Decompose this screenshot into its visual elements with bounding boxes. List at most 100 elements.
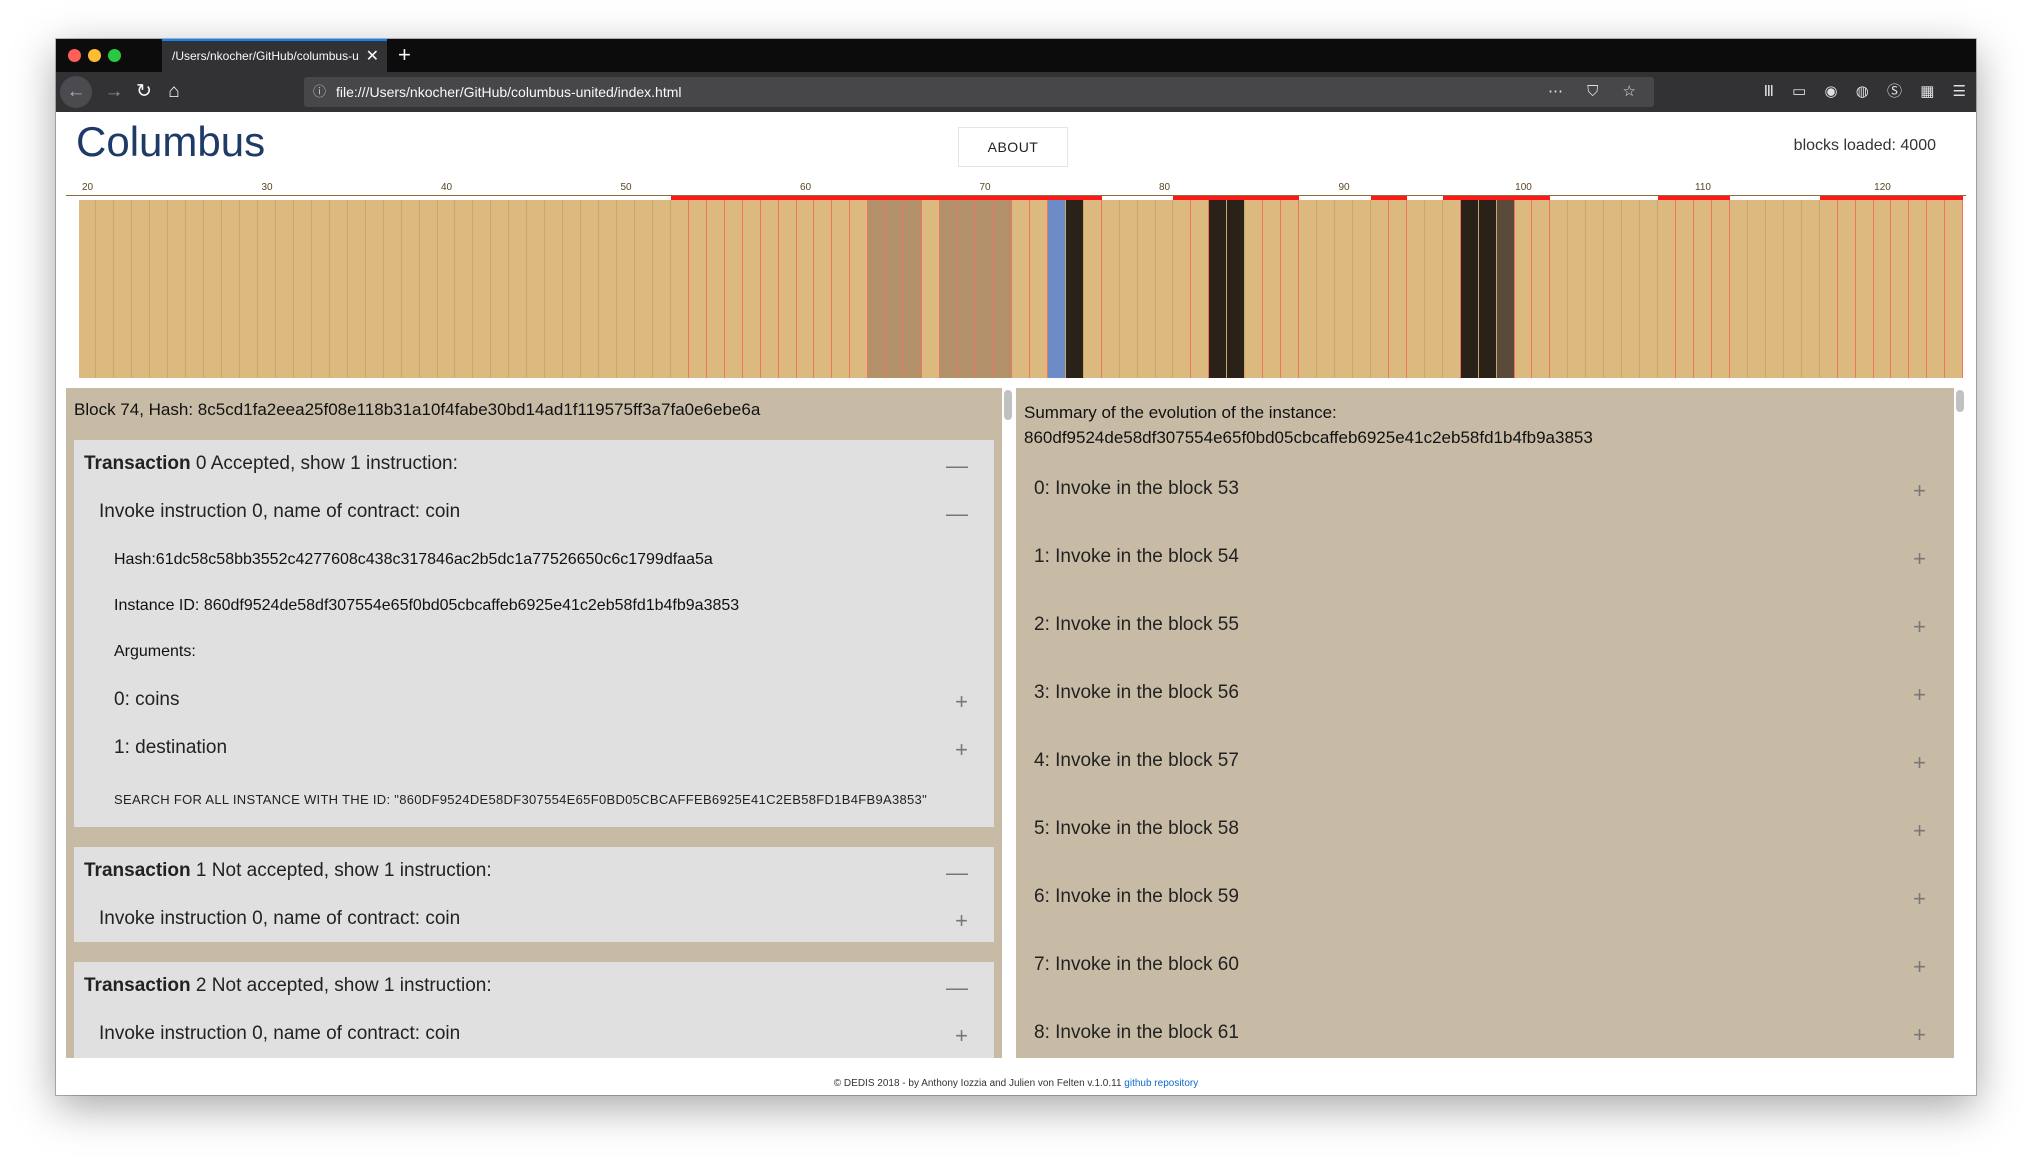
timeline-block[interactable] bbox=[904, 200, 923, 378]
expand-icon[interactable]: + bbox=[955, 1023, 968, 1049]
timeline-block[interactable] bbox=[347, 200, 366, 378]
timeline-block[interactable] bbox=[186, 200, 205, 378]
info-icon[interactable]: ⓘ bbox=[313, 77, 326, 107]
evolution-item[interactable]: 5: Invoke in the block 58 + bbox=[1034, 818, 1934, 843]
transaction-header[interactable]: Transaction 1 Not accepted, show 1 instr… bbox=[84, 860, 984, 885]
timeline-block[interactable] bbox=[1945, 200, 1964, 378]
timeline-block[interactable] bbox=[275, 200, 294, 378]
timeline-block[interactable] bbox=[1191, 200, 1210, 378]
evolution-item[interactable]: 4: Invoke in the block 57 + bbox=[1034, 750, 1934, 775]
timeline-block[interactable] bbox=[293, 200, 312, 378]
timeline-block[interactable] bbox=[1568, 200, 1587, 378]
timeline-block[interactable] bbox=[1101, 200, 1120, 378]
timeline-block[interactable] bbox=[1263, 200, 1282, 378]
timeline-block[interactable] bbox=[1029, 200, 1048, 378]
timeline-block[interactable] bbox=[1245, 200, 1264, 378]
evolution-item[interactable]: 6: Invoke in the block 59 + bbox=[1034, 886, 1934, 911]
timeline-block[interactable] bbox=[868, 200, 887, 378]
timeline-block[interactable] bbox=[1083, 200, 1102, 378]
evolution-item[interactable]: 3: Invoke in the block 56 + bbox=[1034, 682, 1934, 707]
timeline-block[interactable] bbox=[742, 200, 761, 378]
timeline-block[interactable] bbox=[1855, 200, 1874, 378]
evolution-item[interactable]: 2: Invoke in the block 55 + bbox=[1034, 614, 1934, 639]
account-icon[interactable]: ◉ bbox=[1824, 83, 1837, 100]
page-actions-icons[interactable]: ⋯ ⛉ ☆ bbox=[1548, 77, 1646, 107]
timeline-block[interactable] bbox=[670, 200, 689, 378]
timeline-block[interactable] bbox=[1047, 200, 1066, 378]
timeline-block[interactable] bbox=[1532, 200, 1551, 378]
instruction-header[interactable]: Invoke instruction 0, name of contract: … bbox=[99, 501, 984, 526]
timeline-block[interactable] bbox=[240, 200, 258, 378]
expand-icon[interactable]: + bbox=[955, 737, 968, 763]
timeline-block[interactable] bbox=[1550, 200, 1569, 378]
instance-summary-panel[interactable]: Summary of the evolution of the instance… bbox=[1016, 388, 1954, 1058]
minimize-window-button[interactable] bbox=[88, 49, 101, 62]
argument-item[interactable]: 0: coins + bbox=[114, 689, 984, 714]
expand-icon[interactable]: + bbox=[1913, 750, 1926, 776]
timeline-block[interactable] bbox=[760, 200, 779, 378]
library-icon[interactable]: Ⅲ bbox=[1764, 83, 1774, 100]
transaction-header[interactable]: Transaction 2 Not accepted, show 1 instr… bbox=[84, 975, 984, 1000]
timeline-block[interactable] bbox=[1783, 200, 1802, 378]
timeline-block[interactable] bbox=[1370, 200, 1389, 378]
home-icon[interactable]: ⌂ bbox=[158, 76, 190, 108]
addons-icon[interactable]: ▦ bbox=[1920, 83, 1934, 100]
back-icon[interactable]: ← bbox=[60, 76, 92, 108]
collapse-icon[interactable]: — bbox=[946, 453, 968, 479]
timeline-block[interactable] bbox=[796, 200, 815, 378]
instruction-header[interactable]: Invoke instruction 0, name of contract: … bbox=[99, 1023, 984, 1048]
timeline-block[interactable] bbox=[724, 200, 743, 378]
collapse-icon[interactable]: — bbox=[946, 975, 968, 1001]
timeline-block[interactable] bbox=[1478, 200, 1497, 378]
timeline-blocks[interactable] bbox=[66, 196, 1966, 378]
evolution-item[interactable]: 8: Invoke in the block 61 + bbox=[1034, 1022, 1934, 1047]
timeline-block[interactable] bbox=[1801, 200, 1820, 378]
timeline-block[interactable] bbox=[437, 200, 456, 378]
timeline-block[interactable] bbox=[1299, 200, 1318, 378]
block-details-panel[interactable]: Block 74, Hash: 8c5cd1fa2eea25f08e118b31… bbox=[66, 388, 1002, 1058]
timeline-block[interactable] bbox=[1729, 200, 1748, 378]
timeline-block[interactable] bbox=[401, 200, 420, 378]
timeline-block[interactable] bbox=[311, 200, 330, 378]
timeline-block[interactable] bbox=[1442, 200, 1461, 378]
timeline-block[interactable] bbox=[1604, 200, 1623, 378]
timeline-block[interactable] bbox=[150, 200, 169, 378]
timeline-block[interactable] bbox=[455, 200, 474, 378]
timeline-block[interactable] bbox=[1155, 200, 1174, 378]
about-button[interactable]: ABOUT bbox=[958, 127, 1068, 167]
expand-icon[interactable]: + bbox=[955, 908, 968, 934]
timeline-block[interactable] bbox=[958, 200, 976, 378]
timeline-block[interactable] bbox=[1676, 200, 1694, 378]
timeline-block[interactable] bbox=[258, 200, 276, 378]
timeline-block[interactable] bbox=[365, 200, 384, 378]
timeline-block[interactable] bbox=[1819, 200, 1838, 378]
timeline-block[interactable] bbox=[1747, 200, 1766, 378]
timeline-block[interactable] bbox=[886, 200, 905, 378]
timeline-block[interactable] bbox=[1317, 200, 1335, 378]
sidebar-icon[interactable]: ▭ bbox=[1792, 83, 1806, 100]
timeline-block[interactable] bbox=[1640, 200, 1659, 378]
timeline-block[interactable] bbox=[329, 200, 348, 378]
timeline-block[interactable] bbox=[940, 200, 959, 378]
extension-icon[interactable]: ◍ bbox=[1856, 83, 1869, 100]
timeline-block[interactable] bbox=[491, 200, 510, 378]
browser-tab[interactable]: /Users/nkocher/GitHub/columbus-u ✕ bbox=[162, 39, 387, 72]
left-panel-scrollbar[interactable] bbox=[1004, 390, 1012, 420]
expand-icon[interactable]: + bbox=[955, 689, 968, 715]
timeline-block[interactable] bbox=[132, 200, 151, 378]
columbus-logo[interactable]: Columbus bbox=[76, 118, 265, 166]
timeline-block[interactable] bbox=[78, 200, 97, 378]
timeline-block[interactable] bbox=[832, 200, 851, 378]
timeline-block[interactable] bbox=[1119, 200, 1138, 378]
timeline-block[interactable] bbox=[1909, 200, 1928, 378]
timeline-block[interactable] bbox=[1388, 200, 1407, 378]
timeline-block[interactable] bbox=[168, 200, 187, 378]
timeline-block[interactable] bbox=[1406, 200, 1425, 378]
evolution-item[interactable]: 0: Invoke in the block 53 + bbox=[1034, 478, 1934, 503]
timeline-block[interactable] bbox=[1137, 200, 1156, 378]
expand-icon[interactable]: + bbox=[1913, 682, 1926, 708]
right-panel-scrollbar[interactable] bbox=[1956, 390, 1964, 412]
evolution-item[interactable]: 1: Invoke in the block 54 + bbox=[1034, 546, 1934, 571]
timeline-block[interactable] bbox=[383, 200, 402, 378]
timeline-block[interactable] bbox=[850, 200, 869, 378]
